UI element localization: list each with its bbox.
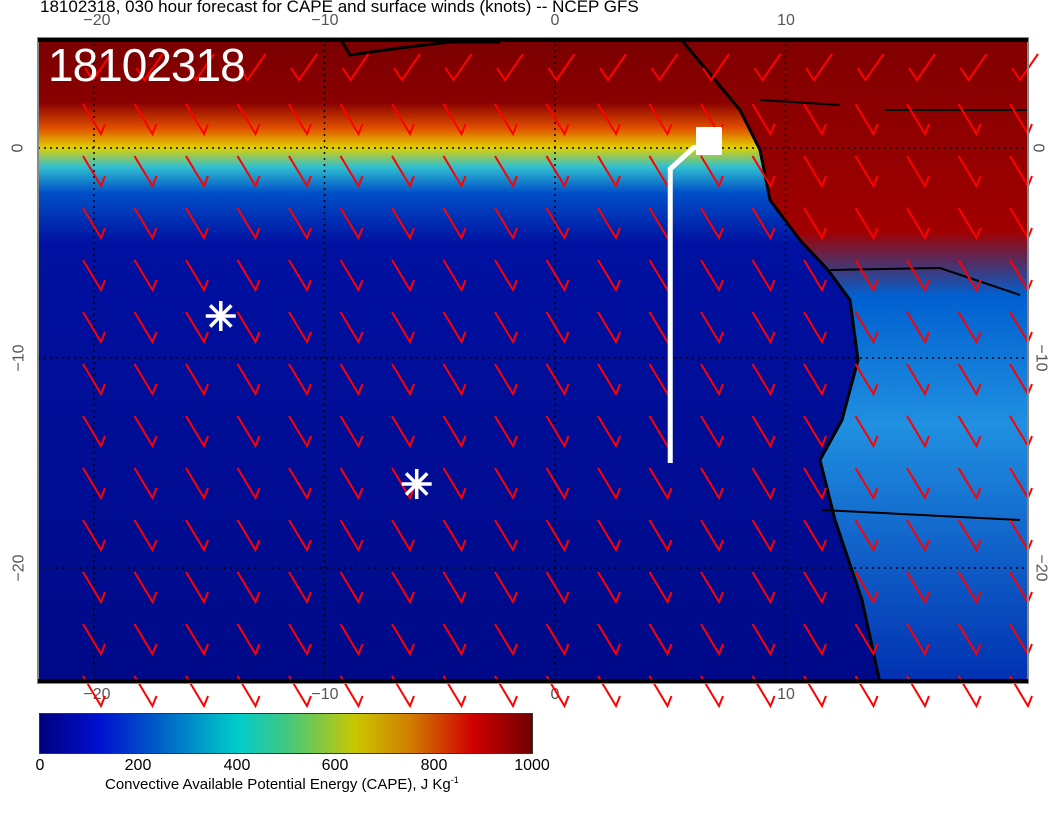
colorbar-tick: 600	[321, 757, 349, 774]
colorbar-tick: 0	[35, 757, 45, 774]
cape-map	[37, 37, 1039, 709]
colorbar-tick: 200	[124, 757, 152, 774]
colorbar-tick: 400	[223, 757, 251, 774]
asterisk-marker	[401, 469, 432, 499]
colorbar-label-sup: -1	[450, 775, 459, 785]
colorbar-tick: 800	[420, 757, 448, 774]
date-stamp: 18102318	[48, 39, 246, 91]
colorbar	[39, 713, 533, 754]
asterisk-marker	[205, 301, 236, 331]
colorbar-tick: 1000	[514, 757, 550, 774]
colorbar-label: Convective Available Potential Energy (C…	[105, 775, 459, 793]
frame-bottom	[38, 679, 1028, 683]
track-end-marker	[696, 127, 722, 155]
colorbar-label-text: Convective Available Potential Energy (C…	[105, 776, 451, 793]
